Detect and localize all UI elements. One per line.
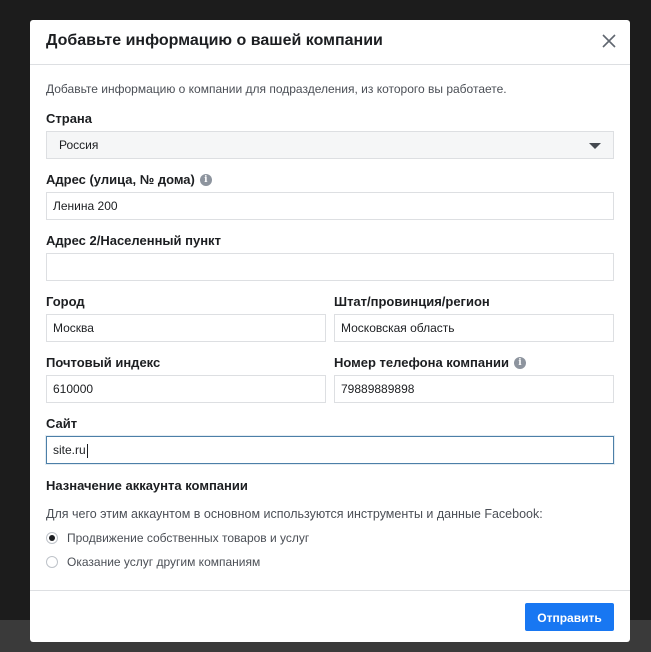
site-label-text: Сайт xyxy=(46,416,78,431)
purpose-option-label: Оказание услуг другим компаниям xyxy=(67,555,261,569)
address2-label-text: Адрес 2/Населенный пункт xyxy=(46,233,221,248)
close-icon xyxy=(602,34,616,48)
postal-label: Почтовый индекс xyxy=(46,355,160,370)
text-cursor xyxy=(86,443,88,458)
region-label: Штат/провинция/регион xyxy=(334,294,490,309)
purpose-option-own-products[interactable]: Продвижение собственных товаров и услуг xyxy=(46,531,309,545)
dialog-title: Добавьте информацию о вашей компании xyxy=(46,32,383,49)
purpose-option-services[interactable]: Оказание услуг другим компаниям xyxy=(46,555,260,569)
city-value: Москва xyxy=(53,321,94,335)
region-value: Московская область xyxy=(341,321,455,335)
region-label-text: Штат/провинция/регион xyxy=(334,294,490,309)
phone-input[interactable]: 79889889898 xyxy=(334,375,614,403)
phone-label: Номер телефона компании i xyxy=(334,355,526,370)
purpose-title: Назначение аккаунта компании xyxy=(46,478,248,493)
info-icon[interactable]: i xyxy=(199,173,212,186)
radio-button[interactable] xyxy=(46,556,58,568)
site-input[interactable]: site.ru xyxy=(46,436,614,464)
site-label: Сайт xyxy=(46,416,77,431)
close-button[interactable] xyxy=(598,30,620,52)
company-info-dialog: Добавьте информацию о вашей компании Доб… xyxy=(30,20,630,642)
dialog-footer: Отправить xyxy=(30,590,630,642)
purpose-option-label: Продвижение собственных товаров и услуг xyxy=(67,531,310,545)
purpose-question: Для чего этим аккаунтом в основном испол… xyxy=(46,507,543,521)
city-input[interactable]: Москва xyxy=(46,314,326,342)
address-value: Ленина 200 xyxy=(53,199,118,213)
submit-button[interactable]: Отправить xyxy=(525,603,614,631)
phone-value: 79889889898 xyxy=(341,382,415,396)
address-label: Адрес (улица, № дома) i xyxy=(46,172,212,187)
city-label-text: Город xyxy=(46,294,85,309)
postal-label-text: Почтовый индекс xyxy=(46,355,161,370)
region-input[interactable]: Московская область xyxy=(334,314,614,342)
country-select[interactable]: Россия xyxy=(46,131,614,159)
country-label: Страна xyxy=(46,111,92,126)
city-label: Город xyxy=(46,294,85,309)
country-label-text: Страна xyxy=(46,111,93,126)
address2-label: Адрес 2/Населенный пункт xyxy=(46,233,221,248)
postal-value: 610000 xyxy=(53,382,94,396)
address2-input[interactable] xyxy=(46,253,614,281)
address-input[interactable]: Ленина 200 xyxy=(46,192,614,220)
postal-input[interactable]: 610000 xyxy=(46,375,326,403)
address-label-text: Адрес (улица, № дома) xyxy=(46,172,195,187)
info-icon[interactable]: i xyxy=(513,356,526,369)
country-value: Россия xyxy=(59,138,99,152)
radio-button-checked[interactable] xyxy=(46,532,58,544)
phone-label-text: Номер телефона компании xyxy=(334,355,509,370)
intro-text: Добавьте информацию о компании для подра… xyxy=(46,82,507,96)
dropdown-caret-icon xyxy=(589,143,601,149)
dialog-header: Добавьте информацию о вашей компании xyxy=(30,20,630,65)
site-value: site.ru xyxy=(53,443,86,457)
